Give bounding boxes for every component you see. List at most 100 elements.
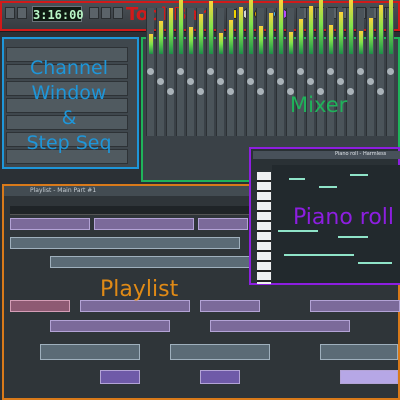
- pattern-clip[interactable]: [198, 218, 248, 230]
- playlist-track[interactable]: [10, 300, 400, 317]
- transport-button[interactable]: [17, 7, 27, 19]
- mixer-track-strip[interactable]: [156, 8, 164, 136]
- playlist-track[interactable]: [10, 370, 398, 387]
- fader-knob[interactable]: [247, 78, 254, 85]
- level-meter: [349, 0, 353, 54]
- fader-knob[interactable]: [387, 68, 394, 75]
- audio-clip[interactable]: [40, 344, 140, 360]
- playlist-titlebar-text: Playlist - Main Part #1: [30, 187, 97, 194]
- fader-knob[interactable]: [197, 88, 204, 95]
- mixer-track-strip[interactable]: [386, 0, 394, 136]
- fader-knob[interactable]: [257, 88, 264, 95]
- level-meter: [329, 25, 333, 54]
- mixer-track-strip[interactable]: [176, 0, 184, 136]
- audio-clip[interactable]: [10, 237, 240, 249]
- level-meter: [319, 0, 323, 54]
- playlist-ruler[interactable]: [10, 206, 255, 215]
- level-meter: [189, 27, 193, 54]
- playlist-label: Playlist: [100, 277, 179, 302]
- piano-roll-note[interactable]: [350, 174, 368, 176]
- mixer-track-strip[interactable]: [276, 0, 284, 136]
- level-meter: [259, 26, 263, 54]
- pattern-clip[interactable]: [50, 320, 170, 332]
- pattern-clip[interactable]: [210, 320, 350, 332]
- pattern-clip[interactable]: [10, 218, 90, 230]
- level-meter: [149, 34, 153, 54]
- audio-clip[interactable]: [170, 344, 270, 360]
- fader-knob[interactable]: [307, 78, 314, 85]
- mixer-track-strip[interactable]: [146, 8, 154, 136]
- audio-clip[interactable]: [320, 344, 398, 360]
- level-meter: [169, 8, 173, 54]
- mixer-track-strip[interactable]: [206, 1, 214, 136]
- fader-knob[interactable]: [237, 68, 244, 75]
- pattern-clip[interactable]: [94, 218, 194, 230]
- transport-button[interactable]: [5, 7, 15, 19]
- mixer-track-strip[interactable]: [356, 8, 364, 136]
- playlist-track[interactable]: [10, 320, 398, 337]
- piano-keys[interactable]: [257, 172, 271, 284]
- fader-knob[interactable]: [217, 78, 224, 85]
- level-meter: [299, 19, 303, 54]
- fader-knob[interactable]: [267, 68, 274, 75]
- pattern-clip[interactable]: [100, 370, 140, 384]
- level-meter: [239, 7, 243, 54]
- piano-roll-label: Piano roll: [293, 205, 395, 230]
- pattern-clip[interactable]: [200, 300, 260, 312]
- fader-knob[interactable]: [327, 68, 334, 75]
- level-meter: [269, 13, 273, 54]
- pattern-clip[interactable]: [200, 370, 240, 384]
- mixer-track-strip[interactable]: [376, 5, 384, 136]
- level-meter: [279, 0, 283, 54]
- toolbar-button[interactable]: [113, 7, 123, 19]
- piano-roll-note[interactable]: [319, 186, 337, 188]
- mixer-track-strip[interactable]: [256, 8, 264, 136]
- toolbar-button[interactable]: [89, 7, 99, 19]
- channel-window-label: Channel Window & Step Seq: [26, 57, 112, 154]
- fader-knob[interactable]: [177, 68, 184, 75]
- fader-knob[interactable]: [147, 68, 154, 75]
- fader-knob[interactable]: [367, 78, 374, 85]
- fader-knob[interactable]: [277, 78, 284, 85]
- fader-knob[interactable]: [377, 88, 384, 95]
- piano-roll-note[interactable]: [284, 254, 354, 256]
- fader-knob[interactable]: [357, 68, 364, 75]
- piano-roll-note[interactable]: [289, 178, 305, 180]
- piano-roll-note[interactable]: [358, 262, 392, 264]
- level-meter: [209, 1, 213, 54]
- piano-roll-note[interactable]: [338, 236, 368, 238]
- fader-knob[interactable]: [207, 68, 214, 75]
- fader-knob[interactable]: [347, 88, 354, 95]
- level-meter: [369, 18, 373, 54]
- fader-knob[interactable]: [187, 78, 194, 85]
- mixer-track-strip[interactable]: [216, 8, 224, 136]
- fader-knob[interactable]: [337, 78, 344, 85]
- level-meter: [229, 20, 233, 54]
- audio-clip[interactable]: [50, 256, 250, 268]
- level-meter: [199, 14, 203, 54]
- fader-knob[interactable]: [157, 78, 164, 85]
- level-meter: [309, 6, 313, 54]
- level-meter: [289, 32, 293, 54]
- pattern-clip[interactable]: [310, 300, 400, 312]
- mixer-label: Mixer: [290, 93, 348, 117]
- level-meter: [339, 12, 343, 54]
- fader-knob[interactable]: [227, 88, 234, 95]
- mixer-track-strip[interactable]: [236, 7, 244, 136]
- automation-clip[interactable]: [10, 300, 70, 312]
- mixer-track-strip[interactable]: [226, 8, 234, 136]
- pattern-clip[interactable]: [340, 370, 398, 384]
- mixer-track-strip[interactable]: [166, 8, 174, 136]
- mixer-track-strip[interactable]: [266, 8, 274, 136]
- level-meter: [179, 0, 183, 54]
- fader-knob[interactable]: [297, 68, 304, 75]
- level-meter: [249, 0, 253, 54]
- playlist-track[interactable]: [10, 344, 398, 361]
- mixer-track-strip[interactable]: [366, 8, 374, 136]
- fader-knob[interactable]: [167, 88, 174, 95]
- level-meter: [389, 0, 393, 54]
- mixer-track-strip[interactable]: [196, 8, 204, 136]
- mixer-track-strip[interactable]: [186, 8, 194, 136]
- mixer-track-strip[interactable]: [246, 0, 254, 136]
- toolbar-button[interactable]: [101, 7, 111, 19]
